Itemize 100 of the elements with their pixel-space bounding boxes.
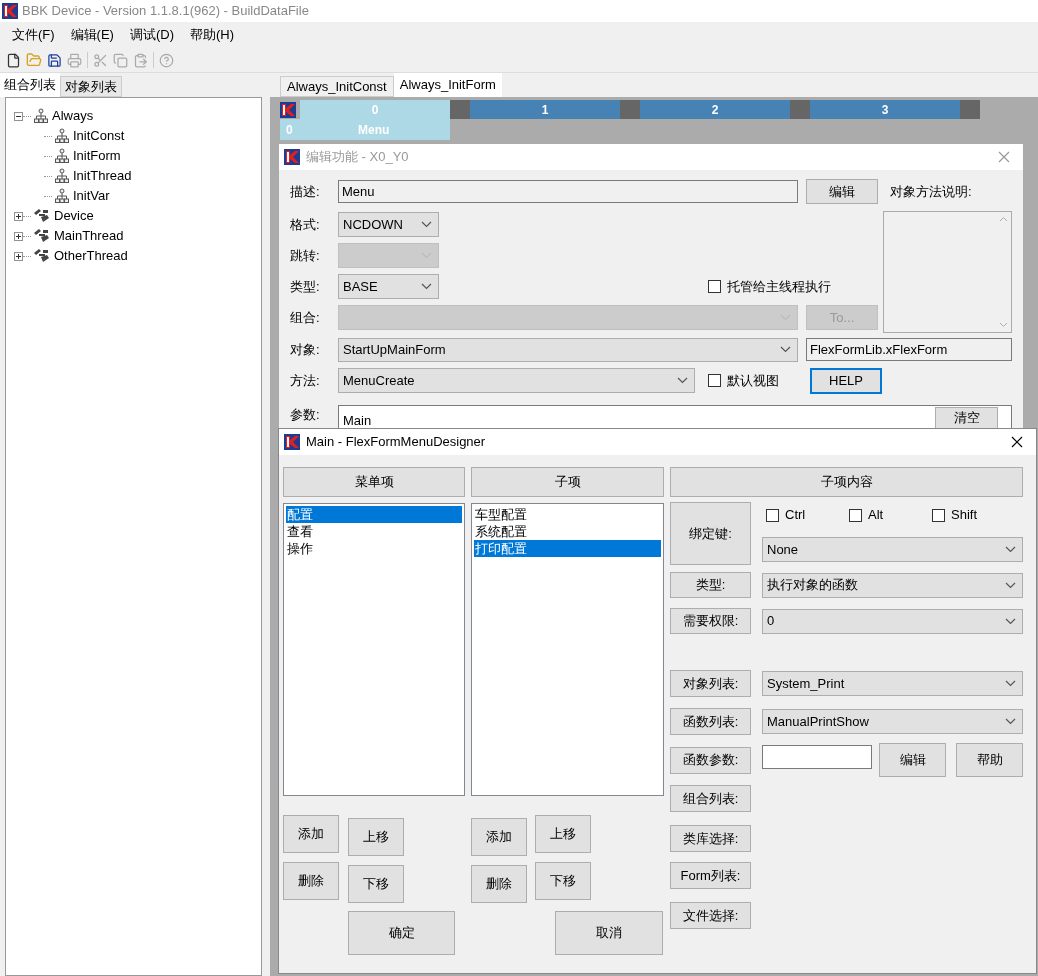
text-field[interactable]: Menu: [338, 180, 798, 203]
menu-item[interactable]: 编辑(E): [62, 25, 122, 45]
tree-item[interactable]: Always: [52, 106, 94, 126]
dropdown[interactable]: None: [762, 537, 1023, 562]
button[interactable]: 编辑: [806, 179, 878, 204]
tab[interactable]: 对象列表: [60, 76, 122, 97]
button[interactable]: 子项内容: [670, 467, 1023, 497]
list-item[interactable]: 配置: [286, 506, 462, 523]
button[interactable]: 上移: [535, 815, 591, 853]
button[interactable]: 删除: [471, 865, 527, 903]
list-item[interactable]: 系统配置: [474, 523, 661, 540]
menu-item[interactable]: 帮助(H): [182, 25, 243, 45]
expand-icon[interactable]: [14, 251, 23, 261]
button[interactable]: 绑定键:: [670, 502, 751, 565]
dropdown[interactable]: StartUpMainForm: [338, 337, 798, 362]
field-label: 对象方法说明:: [890, 183, 973, 201]
chevron-down-icon: [421, 283, 432, 290]
column-header[interactable]: 3: [810, 100, 960, 119]
expand-icon[interactable]: [14, 211, 23, 221]
column-header[interactable]: 1: [470, 100, 620, 119]
column-separator: [620, 100, 640, 119]
tree-item[interactable]: InitVar: [73, 186, 110, 206]
checkbox[interactable]: [708, 280, 721, 293]
chevron-down-icon: [780, 346, 791, 353]
column-header[interactable]: 2: [640, 100, 790, 119]
button[interactable]: HELP: [810, 367, 882, 394]
text-field[interactable]: FlexFormLib.xFlexForm: [806, 338, 1012, 361]
button[interactable]: 确定: [348, 911, 455, 955]
tree-item[interactable]: Device: [54, 206, 94, 226]
field-value: Main: [342, 411, 373, 430]
threads-icon: [33, 248, 51, 264]
cell-text: Menu: [358, 121, 390, 139]
field-label: 参数:: [290, 405, 321, 424]
button[interactable]: 帮助: [956, 743, 1023, 777]
tree-item[interactable]: InitForm: [73, 146, 121, 166]
chevron-down-icon: [1005, 718, 1016, 725]
dropdown[interactable]: BASE: [338, 274, 439, 299]
save-icon[interactable]: [47, 52, 62, 68]
field-label: 格式:: [290, 215, 321, 234]
column-separator: [450, 100, 470, 119]
chevron-down-icon: [1005, 546, 1016, 553]
tab[interactable]: Always_InitForm: [393, 73, 502, 97]
dropdown[interactable]: NCDOWN: [338, 212, 439, 237]
button[interactable]: 上移: [348, 818, 404, 856]
button[interactable]: 菜单项: [283, 467, 465, 497]
new-file-icon[interactable]: [6, 52, 21, 68]
hierarchy-icon: [54, 148, 70, 164]
hierarchy-icon: [33, 108, 49, 124]
checkbox[interactable]: [932, 508, 945, 522]
checkbox-label: Ctrl: [785, 506, 806, 525]
button[interactable]: 需要权限:: [670, 608, 751, 634]
chevron-down-icon: [1005, 617, 1016, 625]
close-icon[interactable]: [1011, 436, 1023, 448]
hierarchy-icon: [54, 188, 70, 204]
row-number: 0: [286, 121, 294, 139]
button[interactable]: 添加: [283, 815, 339, 853]
menu-item[interactable]: 文件(F): [4, 25, 63, 45]
button[interactable]: 组合列表:: [670, 785, 751, 812]
chevron-down-icon: [677, 377, 688, 384]
dropdown[interactable]: ManualPrintShow: [762, 709, 1023, 734]
list-item[interactable]: 操作: [286, 540, 462, 557]
checkbox[interactable]: [708, 374, 721, 387]
button[interactable]: 函数列表:: [670, 708, 751, 735]
list-item[interactable]: 车型配置: [474, 506, 661, 523]
tree-item[interactable]: InitThread: [73, 166, 132, 186]
button[interactable]: 编辑: [879, 743, 946, 777]
button[interactable]: 下移: [348, 865, 404, 903]
tab[interactable]: Always_InitConst: [280, 76, 394, 97]
dropdown[interactable]: MenuCreate: [338, 368, 695, 393]
expand-icon[interactable]: [14, 231, 23, 241]
field-label: 跳转:: [290, 246, 321, 265]
button[interactable]: 类库选择:: [670, 825, 751, 852]
checkbox[interactable]: [849, 508, 862, 522]
button[interactable]: 清空: [935, 406, 998, 429]
checkbox-label: 托管给主线程执行: [727, 277, 831, 296]
checkbox[interactable]: [766, 508, 779, 522]
list-item[interactable]: 打印配置: [474, 540, 661, 557]
button[interactable]: 取消: [555, 911, 663, 955]
field-label: 描述:: [290, 182, 321, 201]
button[interactable]: Form列表:: [670, 862, 751, 889]
button[interactable]: 对象列表:: [670, 670, 751, 697]
dropdown[interactable]: 执行对象的函数: [762, 572, 1023, 598]
list-item[interactable]: 查看: [286, 523, 462, 540]
button[interactable]: 下移: [535, 862, 591, 900]
tree-item[interactable]: OtherThread: [54, 246, 128, 266]
tab[interactable]: 组合列表: [0, 73, 60, 97]
dropdown[interactable]: System_Print: [762, 671, 1023, 696]
tree-item[interactable]: InitConst: [73, 126, 125, 146]
button[interactable]: 子项: [471, 467, 664, 497]
button[interactable]: 类型:: [670, 572, 751, 598]
button[interactable]: 函数参数:: [670, 746, 751, 774]
menu-item[interactable]: 调试(D): [121, 25, 182, 45]
checkbox-label: 默认视图: [727, 371, 779, 390]
button[interactable]: 删除: [283, 862, 339, 900]
button[interactable]: 文件选择:: [670, 902, 751, 929]
tree-item[interactable]: MainThread: [54, 226, 124, 246]
dropdown[interactable]: 0: [762, 608, 1023, 634]
text-field[interactable]: [762, 745, 872, 769]
button[interactable]: 添加: [471, 818, 527, 856]
collapse-icon[interactable]: [14, 111, 23, 121]
